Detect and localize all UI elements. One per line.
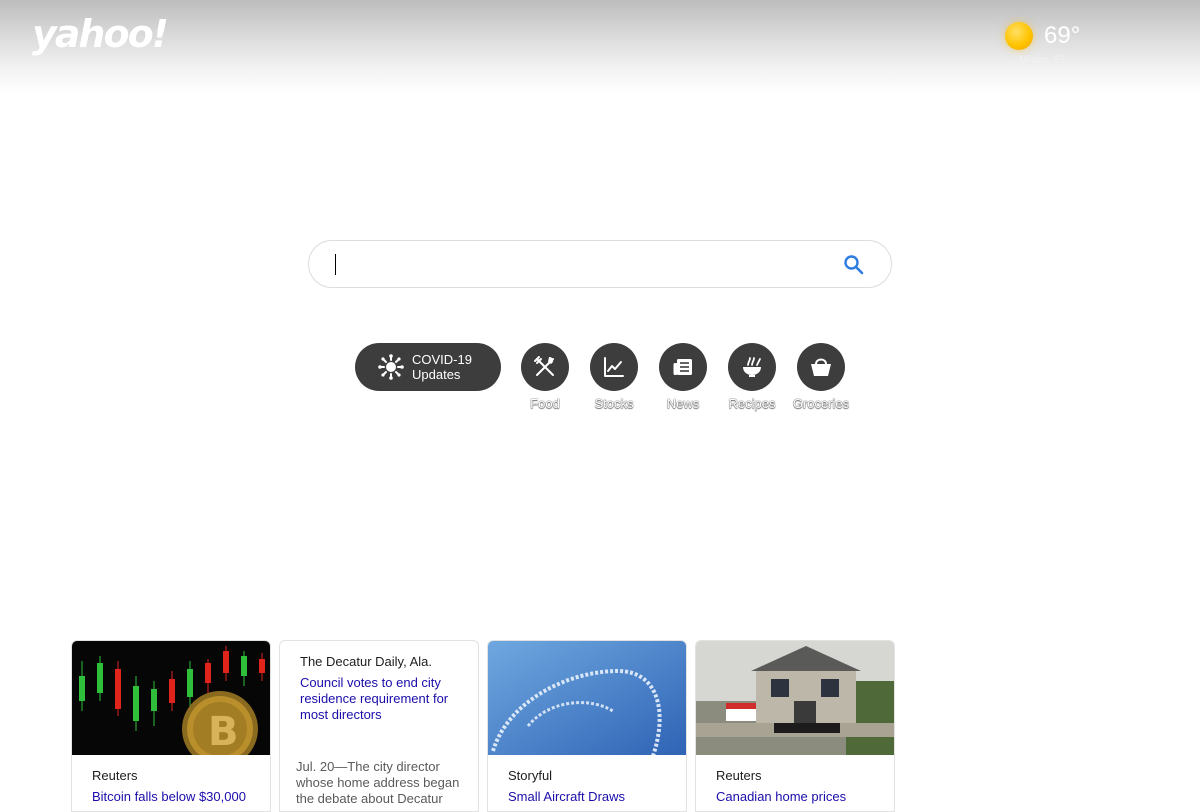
sun-icon — [1005, 22, 1033, 50]
food-button-circle — [521, 343, 569, 391]
covid-updates-button[interactable]: COVID-19 Updates — [355, 343, 501, 391]
food-label: Food — [530, 396, 560, 411]
weather-widget[interactable]: 69° Miami, FL — [1005, 20, 1125, 70]
card-title-link[interactable]: Bitcoin falls below $30,000 — [92, 789, 257, 805]
quick-link-food[interactable]: Food — [510, 343, 580, 418]
virus-icon — [378, 354, 404, 380]
groceries-button-circle — [797, 343, 845, 391]
card-source: Storyful — [508, 768, 553, 783]
card-source: Reuters — [92, 768, 138, 783]
stocks-button-circle — [590, 343, 638, 391]
yahoo-logo[interactable]: yahoo! — [32, 12, 169, 56]
line-chart-icon — [604, 357, 624, 377]
weather-location: Miami, FL — [1019, 54, 1068, 66]
card-title-link[interactable]: Council votes to end city residence requ… — [300, 675, 465, 723]
card-source: The Decatur Daily, Ala. — [300, 654, 432, 669]
news-label: News — [666, 396, 700, 411]
groceries-label: Groceries — [792, 396, 850, 411]
search-input[interactable] — [333, 249, 827, 281]
search-icon — [844, 255, 864, 275]
quick-links: COVID-19 Updates Food Stocks News Recipe… — [355, 343, 875, 418]
search-box — [308, 240, 892, 288]
news-card[interactable]: Reuters Canadian home prices — [695, 640, 895, 812]
fork-knife-icon — [534, 356, 554, 376]
svg-text:B: B — [208, 709, 239, 755]
news-card[interactable]: The Decatur Daily, Ala. Council votes to… — [279, 640, 479, 812]
bowl-icon — [743, 357, 761, 377]
sky-circle-image — [488, 641, 686, 755]
search-button[interactable] — [841, 252, 867, 278]
quick-link-recipes[interactable]: Recipes — [717, 343, 787, 418]
house-for-sale-image — [696, 641, 894, 755]
stocks-label: Stocks — [594, 396, 634, 411]
page-header: yahoo! 69° Miami, FL — [0, 0, 1200, 95]
quick-link-news[interactable]: News — [648, 343, 718, 418]
newspaper-icon — [673, 359, 692, 375]
covid-updates-label: COVID-19 Updates — [412, 352, 472, 382]
card-title-link[interactable]: Small Aircraft Draws — [508, 789, 673, 805]
news-card[interactable]: B Reuters Bitcoin falls below $30,000 — [71, 640, 271, 812]
text-caret — [335, 254, 336, 275]
news-card[interactable]: Storyful Small Aircraft Draws — [487, 640, 687, 812]
card-title-link[interactable]: Canadian home prices — [716, 789, 881, 805]
recipes-label: Recipes — [728, 396, 776, 411]
shopping-bag-icon — [811, 358, 831, 376]
recipes-button-circle — [728, 343, 776, 391]
card-source: Reuters — [716, 768, 762, 783]
quick-link-groceries[interactable]: Groceries — [786, 343, 856, 418]
quick-link-stocks[interactable]: Stocks — [579, 343, 649, 418]
bitcoin-chart-image: B — [72, 641, 270, 755]
news-button-circle — [659, 343, 707, 391]
weather-temperature: 69° — [1044, 22, 1081, 49]
